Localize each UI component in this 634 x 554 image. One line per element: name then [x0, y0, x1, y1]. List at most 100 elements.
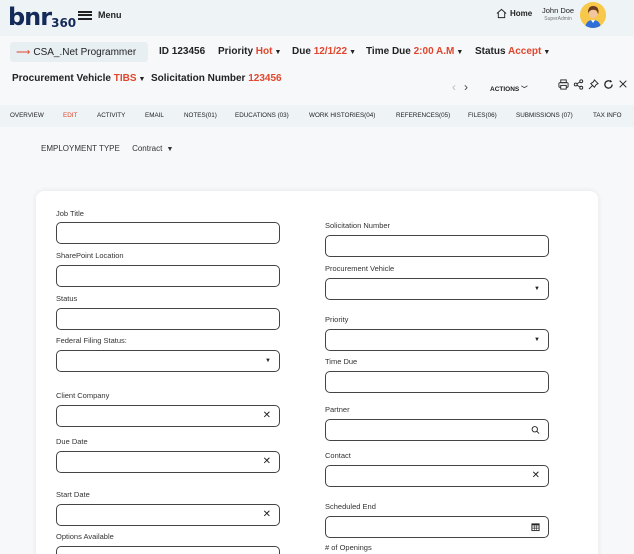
solicitation-value: 123456	[248, 73, 282, 84]
job-title-label: Job Title	[56, 209, 84, 218]
record-pager: ‹ ›	[452, 80, 468, 94]
clear-icon[interactable]: ✕	[532, 471, 540, 481]
employment-type-selector[interactable]: EMPLOYMENT TYPE Contract ▼	[41, 144, 173, 153]
caret-down-icon: ▼	[534, 286, 540, 292]
hamburger-icon	[78, 10, 92, 20]
avatar-person-icon	[580, 2, 606, 28]
caret-down-icon: ▼	[265, 358, 271, 364]
avatar[interactable]	[580, 2, 606, 28]
home-link[interactable]: Home	[496, 8, 532, 19]
tab-references[interactable]: REFERENCES(05)	[396, 112, 450, 119]
scheduled-end-label: Scheduled End	[325, 502, 376, 511]
clear-icon[interactable]: ✕	[263, 411, 271, 421]
tab-tax-info[interactable]: TAX INFO	[593, 112, 622, 119]
time-due-field[interactable]: Time Due 2:00 A.M ▼	[366, 46, 463, 57]
tab-notes[interactable]: NOTES(01)	[184, 112, 217, 119]
caret-down-icon: ▼	[166, 146, 174, 153]
solicitation-number-label: Solicitation Number	[325, 221, 391, 230]
refresh-icon[interactable]	[603, 79, 614, 90]
start-date-input[interactable]: ✕	[56, 504, 280, 526]
status-field[interactable]: Status Accept ▼	[475, 46, 550, 57]
federal-filing-status-label: Federal Filing Status:	[56, 336, 127, 345]
time-due-value: 2:00 A.M	[413, 46, 455, 57]
menu-button[interactable]: Menu	[78, 10, 122, 20]
id-value: 123456	[171, 46, 206, 57]
status-label: Status	[56, 294, 78, 303]
id-field: ID 123456	[159, 46, 206, 57]
employment-type-label: EMPLOYMENT TYPE	[41, 144, 120, 153]
print-icon[interactable]	[558, 79, 569, 90]
due-field[interactable]: Due 12/1/22 ▼	[292, 46, 356, 57]
solicitation-field: Solicitation Number 123456	[151, 73, 282, 84]
user-name: John Doe	[542, 6, 575, 15]
procurement-vehicle-select[interactable]: ▼	[325, 278, 549, 300]
openings-label: # of Openings	[325, 543, 372, 552]
prev-icon[interactable]: ‹	[452, 80, 456, 94]
home-label: Home	[510, 9, 533, 18]
procurement-vehicle-label: Procurement Vehicle	[325, 264, 395, 273]
job-title-input[interactable]	[56, 222, 280, 244]
tab-activity[interactable]: ACTIVITY	[97, 112, 125, 119]
priority-field[interactable]: Priority Hot ▼	[218, 46, 281, 57]
options-available-label: Options Available	[56, 532, 114, 541]
caret-down-icon: ▼	[138, 76, 146, 83]
tab-bar: OVERVIEW EDIT ACTIVITY EMAIL NOTES(01) E…	[0, 105, 634, 127]
arrow-right-icon: ⟶	[16, 46, 31, 58]
caret-down-icon: ▼	[456, 49, 464, 56]
menu-label: Menu	[98, 10, 122, 20]
partner-search-input[interactable]	[325, 419, 549, 441]
clear-icon[interactable]: ✕	[263, 510, 271, 520]
next-icon[interactable]: ›	[464, 80, 468, 94]
job-title-pill[interactable]: ⟶ CSA_.Net Programmer	[10, 42, 148, 62]
priority-select[interactable]: ▼	[325, 329, 549, 351]
employment-type-value: Contract	[132, 144, 163, 153]
partner-label: Partner	[325, 405, 350, 414]
priority-label: Priority	[325, 315, 349, 324]
tab-educations[interactable]: EDUCATIONS (03)	[235, 112, 289, 119]
time-due-label: Time Due	[325, 357, 358, 366]
tab-edit[interactable]: EDIT	[63, 112, 77, 119]
due-value: 12/1/22	[313, 46, 348, 57]
sharepoint-location-label: SharePoint Location	[56, 251, 124, 260]
client-company-input[interactable]: ✕	[56, 405, 280, 427]
tab-work-histories[interactable]: WORK HISTORIES(04)	[309, 112, 375, 119]
time-due-input[interactable]	[325, 371, 549, 393]
close-icon[interactable]	[618, 79, 628, 89]
tab-overview[interactable]: OVERVIEW	[10, 112, 44, 119]
job-title-text: CSA_.Net Programmer	[33, 46, 137, 58]
edit-form-card: Job Title SharePoint Location Status Fed…	[36, 191, 598, 554]
solicitation-number-input[interactable]	[325, 235, 549, 257]
toolbar-icons	[558, 79, 628, 90]
caret-down-icon: ▼	[534, 337, 540, 343]
procurement-value: TIBS	[113, 73, 137, 84]
tab-email[interactable]: EMAIL	[145, 112, 164, 119]
caret-down-icon: ▼	[349, 49, 356, 56]
top-bar: bnr360 Menu Home John Doe SuperAdmin	[0, 0, 634, 36]
procurement-field[interactable]: Procurement Vehicle TIBS ▼	[12, 73, 145, 84]
options-available-input[interactable]	[56, 546, 280, 554]
scheduled-end-input[interactable]	[325, 516, 549, 538]
share-icon[interactable]	[573, 79, 584, 90]
status-input[interactable]	[56, 308, 280, 330]
user-info[interactable]: John Doe SuperAdmin	[542, 6, 574, 22]
caret-down-icon: ▼	[543, 49, 551, 56]
caret-down-icon: ▼	[274, 49, 282, 56]
search-icon[interactable]	[531, 426, 540, 435]
contact-input[interactable]: ✕	[325, 465, 549, 487]
pin-icon[interactable]	[588, 79, 599, 90]
due-date-input[interactable]: ✕	[56, 451, 280, 473]
due-date-label: Due Date	[56, 437, 88, 446]
user-role: SuperAdmin	[544, 16, 572, 22]
actions-dropdown[interactable]: ACTIONS ﹀	[490, 83, 528, 93]
tab-files[interactable]: FILES(06)	[468, 112, 497, 119]
brand-logo[interactable]: bnr360	[8, 3, 76, 31]
sharepoint-location-input[interactable]	[56, 265, 280, 287]
federal-filing-status-select[interactable]: ▼	[56, 350, 280, 372]
contact-label: Contact	[325, 451, 351, 460]
start-date-label: Start Date	[56, 490, 90, 499]
calendar-icon[interactable]	[531, 523, 540, 532]
clear-icon[interactable]: ✕	[263, 457, 271, 467]
priority-value: Hot	[255, 46, 273, 57]
home-icon	[496, 8, 507, 19]
tab-submissions[interactable]: SUBMISSIONS (07)	[516, 112, 573, 119]
